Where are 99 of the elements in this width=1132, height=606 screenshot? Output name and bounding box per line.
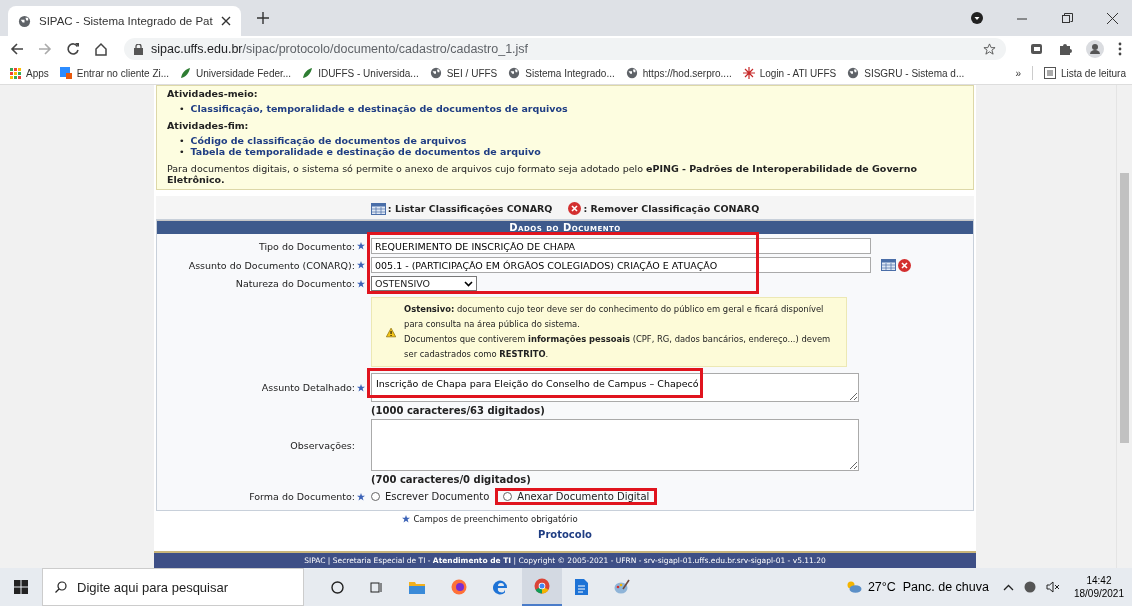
chrome-icon[interactable] xyxy=(534,578,550,594)
table-icon[interactable] xyxy=(881,259,896,271)
tab-title: SIPAC - Sistema Integrado de Pat xyxy=(39,15,213,27)
select-dropdown[interactable]: OSTENSIVO xyxy=(371,276,477,291)
form-title: Dados do Documento xyxy=(157,220,973,234)
clock-date[interactable]: 18/09/2021 xyxy=(1073,587,1124,600)
asterisk-icon xyxy=(742,67,755,79)
field-label: Assunto do Documento (CONARQ): xyxy=(187,259,355,271)
leaf-icon xyxy=(180,67,192,79)
remove-icon[interactable] xyxy=(568,202,582,215)
address-bar[interactable]: sipac.uffs.edu.br/sipac/protocolo/documento/cadastro/cadastro_1.jsf xyxy=(124,38,1006,60)
restore-icon[interactable] xyxy=(1062,12,1073,24)
menu-icon[interactable] xyxy=(1118,42,1122,56)
globe-icon xyxy=(625,67,638,79)
caret-icon xyxy=(464,280,473,287)
character-count: (700 caracteres/0 digitados) xyxy=(371,474,531,485)
edge-icon[interactable] xyxy=(493,579,509,595)
dropdown-icon[interactable] xyxy=(971,12,983,24)
browser-tab[interactable]: SIPAC - Sistema Integrado de Pat xyxy=(8,6,241,36)
windows-start-icon[interactable] xyxy=(14,580,28,594)
legend-text: : Listar Classificações CONARQ xyxy=(387,203,553,214)
required-star-icon xyxy=(357,492,365,501)
required-note: Campos de preenchimento obrigatório xyxy=(413,514,578,524)
warning-icon xyxy=(386,325,397,339)
apps-grid-icon xyxy=(10,67,21,79)
bullet: • xyxy=(179,146,185,157)
field-label: Observações: xyxy=(289,439,355,451)
folder-icon[interactable] xyxy=(409,580,425,594)
list-icon xyxy=(1043,67,1056,79)
reading-list-button[interactable]: Lista de leitura xyxy=(1043,67,1126,79)
bookmark-link[interactable]: Entrar no cliente Zi... xyxy=(59,67,170,79)
character-count: (1000 caracteres/63 digitados) xyxy=(371,405,545,416)
required-star-icon xyxy=(357,279,365,288)
task-view-icon[interactable] xyxy=(370,580,383,594)
bookmark-star-icon[interactable] xyxy=(983,42,996,56)
lock-icon xyxy=(134,43,143,55)
warning-text: Documentos que contiverem informações pessoais (CPF, RG, dados bancários, endereço...) devem ser cadastrados como RESTRITO. xyxy=(404,333,832,361)
speaker-muted-icon[interactable] xyxy=(1045,581,1060,593)
radio-option[interactable]: Escrever Documento xyxy=(371,491,490,502)
radio-option[interactable]: Anexar Documento Digital xyxy=(503,491,650,502)
required-star-icon xyxy=(357,261,365,269)
section-heading: Atividades-meio: xyxy=(167,88,259,99)
search-field[interactable]: Digite aqui para pesquisar xyxy=(42,568,304,606)
globe-icon xyxy=(429,67,442,79)
bookmark-link[interactable]: SISGRU - Sistema d... xyxy=(847,67,965,79)
module-link[interactable]: Protocolo xyxy=(154,529,976,540)
required-star-icon xyxy=(357,242,365,250)
document-icon[interactable] xyxy=(575,579,588,595)
document-link[interactable]: Tabela de temporalidade e destinação de documentos de arquivo xyxy=(190,146,541,157)
field-label: Forma do Documento: xyxy=(248,491,355,502)
new-tab-icon[interactable] xyxy=(256,12,269,24)
bullet: • xyxy=(179,135,185,146)
puzzle-icon[interactable] xyxy=(1058,42,1072,56)
close-icon[interactable] xyxy=(220,16,231,26)
table-icon[interactable] xyxy=(370,202,386,215)
globe-icon xyxy=(18,14,31,28)
reload-icon[interactable] xyxy=(66,42,80,56)
bookmark-link[interactable]: Login - ATI UFFS xyxy=(742,67,837,79)
field-label: Assunto Detalhado: xyxy=(260,382,355,393)
close-icon[interactable] xyxy=(1107,12,1118,24)
bookmark-link[interactable]: https://hod.serpro.... xyxy=(625,67,732,79)
scrollbar[interactable] xyxy=(1116,85,1132,568)
weather-text[interactable]: 27°C Panc. de chuva xyxy=(867,580,989,594)
search-icon xyxy=(55,581,67,593)
clock-time[interactable]: 14:42 xyxy=(1086,574,1112,587)
text-area[interactable]: Inscrição de Chapa para Eleição do Conselho de Campus – Chapecó xyxy=(371,373,859,402)
globe-icon xyxy=(847,67,860,79)
warning-text: Ostensivo: documento cujo teor deve ser do conhecimento do público em geral e ficará disponível para consulta na área pública do sistema. xyxy=(404,303,825,331)
bullet: • xyxy=(179,103,185,114)
caret-up-icon[interactable] xyxy=(1002,583,1014,591)
bookmark-link[interactable]: Sistema Integrado... xyxy=(508,67,615,79)
remove-icon[interactable] xyxy=(898,258,911,272)
leaf-icon xyxy=(302,67,314,79)
section-heading: Atividades-fim: xyxy=(167,120,250,131)
cortana-circle-icon[interactable] xyxy=(331,580,344,594)
profile-icon[interactable] xyxy=(1086,40,1104,58)
info-note: Para documentos digitais, o sistema só permite o anexo de arquivos cujo formato seja adotado pelo ePING - Padrões de Interoperabilidade de Governo Eletrônico. xyxy=(167,163,918,185)
required-star-icon xyxy=(357,383,365,392)
back-icon[interactable] xyxy=(10,42,24,56)
extension-icon[interactable] xyxy=(1030,42,1044,56)
video-app-icon xyxy=(59,67,72,79)
bookmark-link[interactable]: IDUFFS - Universida... xyxy=(302,67,419,79)
bookmark-link[interactable]: Apps xyxy=(10,67,49,79)
paint-palette-icon[interactable] xyxy=(614,579,630,595)
home-icon[interactable] xyxy=(94,42,108,56)
bookmark-link[interactable]: SEI / UFFS xyxy=(429,67,498,79)
globe-icon xyxy=(508,67,521,79)
document-link[interactable]: Código de classificação de documentos de arquivos xyxy=(190,135,467,146)
input-field[interactable]: 005.1 - (PARTICIPAÇÃO EM ÓRGÃOS COLEGIADOS) CRIAÇÃO E ATUAÇÃO xyxy=(371,257,871,273)
more-bookmarks-button[interactable]: » xyxy=(1015,67,1021,79)
field-label: Natureza do Documento: xyxy=(234,278,355,289)
field-label: Tipo do Documento: xyxy=(257,240,355,252)
document-link[interactable]: Classificação, temporalidade e destinação de documentos de arquivos xyxy=(190,103,568,114)
firefox-icon[interactable] xyxy=(451,579,467,595)
required-star-icon xyxy=(402,515,411,523)
input-field[interactable]: REQUERIMENTO DE INSCRIÇÃO DE CHAPA xyxy=(371,238,871,254)
weather-cloud-icon xyxy=(845,581,862,593)
legend-text: : Remover Classificação CONARQ xyxy=(583,203,760,214)
bookmark-link[interactable]: Universidade Feder... xyxy=(180,67,292,79)
